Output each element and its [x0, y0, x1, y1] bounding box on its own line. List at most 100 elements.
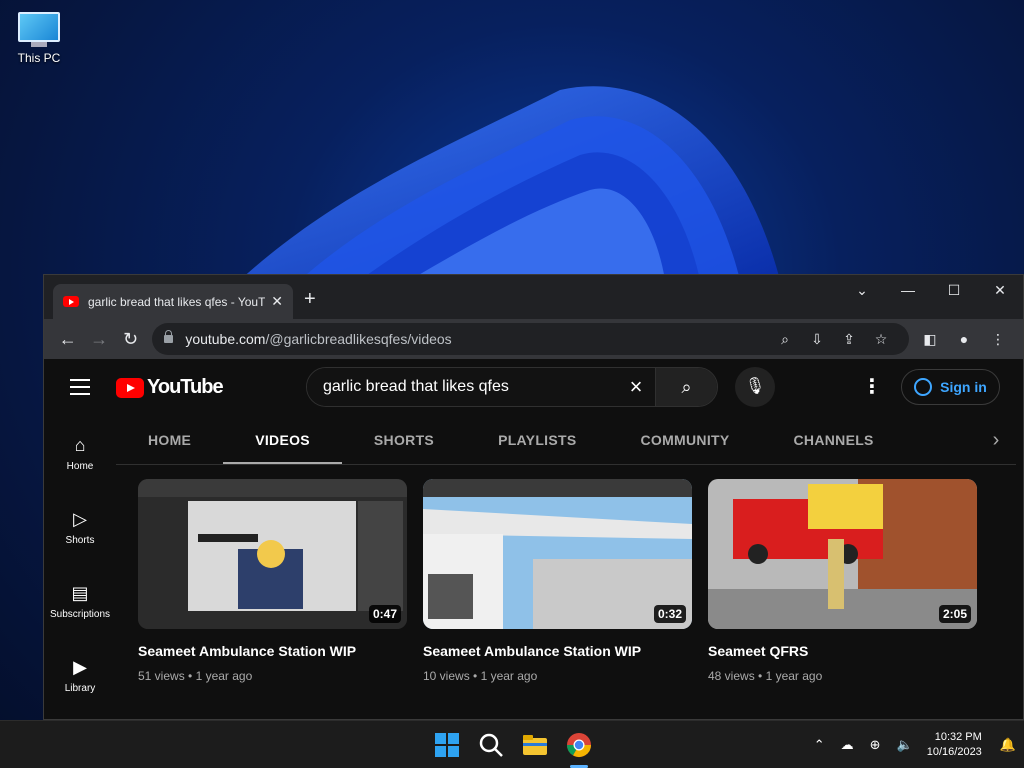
- chrome-taskbar-icon[interactable]: [565, 731, 593, 759]
- video-duration: 2:05: [938, 605, 971, 623]
- reload-button[interactable]: ↻: [115, 329, 146, 350]
- url-domain: youtube.com: [185, 331, 266, 347]
- sign-in-label: Sign in: [940, 379, 987, 395]
- system-tray: ⌃ ☁ ⊕ 🔈 10:32 PM 10/16/2023 🔔: [806, 721, 1024, 768]
- chrome-menu-icon[interactable]: ⋮: [981, 331, 1015, 348]
- video-views: 48 views: [708, 669, 755, 683]
- bookmark-star-icon[interactable]: ☆: [865, 331, 897, 348]
- close-window-button[interactable]: ✕: [977, 275, 1023, 305]
- new-tab-button[interactable]: +: [304, 288, 316, 311]
- video-thumbnail[interactable]: 2:05: [708, 479, 977, 629]
- chrome-window: garlic bread that likes qfes - YouTube ✕…: [43, 274, 1024, 720]
- browser-toolbar: ← → ↻ youtube.com/@garlicbreadlikesqfes/…: [44, 319, 1023, 359]
- sign-in-button[interactable]: Sign in: [901, 369, 1000, 405]
- youtube-favicon-icon: [63, 296, 79, 307]
- video-grid: 0:47 Seameet Ambulance Station WIP 51 vi…: [138, 479, 977, 683]
- guide-item-library[interactable]: ▶ Library: [44, 639, 116, 713]
- wallpaper-bloom: [240, 86, 780, 280]
- video-duration: 0:32: [653, 605, 686, 623]
- language-globe-icon[interactable]: ⊕: [870, 737, 881, 753]
- onedrive-cloud-icon[interactable]: ☁: [841, 737, 854, 753]
- video-title[interactable]: Seameet Ambulance Station WIP: [423, 643, 692, 659]
- tab-title: garlic bread that likes qfes - YouTube: [88, 294, 265, 309]
- video-metadata: 51 views • 1 year ago: [138, 669, 253, 683]
- search-input[interactable]: [307, 368, 617, 406]
- this-pc-desktop-icon[interactable]: This PC: [10, 8, 68, 65]
- thumbnail-image: [423, 479, 692, 629]
- tab-channels[interactable]: CHANNELS: [762, 417, 906, 464]
- forward-button[interactable]: →: [83, 329, 114, 350]
- video-thumbnail[interactable]: 0:32: [423, 479, 692, 629]
- taskbar: ⌃ ☁ ⊕ 🔈 10:32 PM 10/16/2023 🔔: [0, 720, 1024, 768]
- youtube-masthead: YouTube × ⌕ 🎙 ⋮ Sign in: [44, 359, 1023, 417]
- browser-tab[interactable]: garlic bread that likes qfes - YouTube ✕: [53, 284, 293, 319]
- settings-kebab-icon[interactable]: ⋮: [862, 377, 882, 397]
- install-app-icon[interactable]: ⇩: [801, 331, 833, 348]
- video-title[interactable]: Seameet Ambulance Station WIP: [138, 643, 407, 659]
- guide-label: Subscriptions: [49, 609, 111, 620]
- video-metadata: 10 views • 1 year ago: [423, 669, 538, 683]
- guide-label: Library: [64, 683, 96, 694]
- tab-strip: garlic bread that likes qfes - YouTube ✕…: [44, 275, 1023, 319]
- video-age: 1 year ago: [480, 669, 538, 683]
- channel-tabs: HOME VIDEOS SHORTS PLAYLISTS COMMUNITY C…: [116, 417, 1016, 465]
- youtube-logo-text: YouTube: [147, 376, 224, 398]
- guide-item-subscriptions[interactable]: ▤ Subscriptions: [44, 565, 116, 639]
- file-explorer-folder-icon[interactable]: [521, 731, 549, 759]
- account-circle-icon: [914, 378, 933, 396]
- back-button[interactable]: ←: [52, 329, 83, 350]
- tab-videos[interactable]: VIDEOS: [223, 417, 342, 464]
- tab-shorts[interactable]: SHORTS: [342, 417, 466, 464]
- clear-search-icon[interactable]: ×: [617, 368, 655, 406]
- chevron-up-icon[interactable]: ⌃: [814, 737, 825, 753]
- video-thumbnail[interactable]: 0:47: [138, 479, 407, 629]
- url-path: /@garlicbreadlikesqfes/videos: [265, 331, 452, 347]
- video-card[interactable]: 0:47 Seameet Ambulance Station WIP 51 vi…: [138, 479, 407, 683]
- subscriptions-icon: ▤: [71, 583, 89, 603]
- clock-time: 10:32 PM: [934, 731, 982, 743]
- monitor-icon: [18, 12, 60, 42]
- voice-search-mic-icon[interactable]: 🎙: [735, 367, 775, 407]
- tab-search-chevron-icon[interactable]: ⌄: [839, 275, 885, 305]
- volume-muted-icon[interactable]: 🔈: [897, 737, 913, 753]
- address-bar[interactable]: youtube.com/@garlicbreadlikesqfes/videos…: [152, 323, 910, 355]
- thumbnail-image: [138, 479, 407, 629]
- search-button[interactable]: ⌕: [655, 368, 717, 406]
- video-metadata: 48 views • 1 year ago: [708, 669, 823, 683]
- zoom-search-icon[interactable]: ⌕: [769, 331, 801, 348]
- video-card[interactable]: 2:05 Seameet QFRS 48 views • 1 year ago: [708, 479, 977, 683]
- guide-item-shorts[interactable]: ▷ Shorts: [44, 491, 116, 565]
- close-tab-icon[interactable]: ✕: [271, 293, 283, 310]
- video-age: 1 year ago: [195, 669, 253, 683]
- video-card[interactable]: 0:32 Seameet Ambulance Station WIP 10 vi…: [423, 479, 692, 683]
- maximize-button[interactable]: ☐: [931, 275, 977, 305]
- search-icon[interactable]: [477, 731, 505, 759]
- profile-icon[interactable]: ●: [947, 331, 981, 348]
- chevron-right-icon[interactable]: ›: [976, 417, 1016, 463]
- guide-label: Shorts: [65, 535, 95, 546]
- thumbnail-image: [708, 479, 977, 629]
- youtube-logo[interactable]: YouTube: [116, 376, 224, 399]
- video-views: 10 views: [423, 669, 470, 683]
- tab-playlists[interactable]: PLAYLISTS: [466, 417, 608, 464]
- mini-guide: ⌂ Home ▷ Shorts ▤ Subscriptions ▶ Librar…: [44, 417, 116, 713]
- lock-icon[interactable]: [164, 330, 174, 343]
- video-duration: 0:47: [368, 605, 401, 623]
- tab-community[interactable]: COMMUNITY: [608, 417, 761, 464]
- youtube-page: YouTube × ⌕ 🎙 ⋮ Sign in ⌂ Home ▷ Shorts: [44, 359, 1023, 719]
- shorts-icon: ▷: [73, 509, 87, 529]
- share-icon[interactable]: ⇪: [833, 331, 865, 348]
- start-windows-icon[interactable]: [433, 731, 461, 759]
- tab-home[interactable]: HOME: [116, 417, 223, 464]
- minimize-button[interactable]: —: [885, 275, 931, 305]
- video-title[interactable]: Seameet QFRS: [708, 643, 977, 659]
- notification-bell-icon[interactable]: 🔔: [1000, 737, 1016, 753]
- side-panel-icon[interactable]: ◧: [913, 331, 947, 348]
- clock[interactable]: 10:32 PM 10/16/2023: [927, 730, 982, 760]
- library-icon: ▶: [73, 657, 87, 677]
- menu-hamburger-icon[interactable]: [70, 379, 90, 400]
- video-age: 1 year ago: [765, 669, 823, 683]
- guide-item-home[interactable]: ⌂ Home: [44, 417, 116, 491]
- clock-date: 10/16/2023: [926, 746, 982, 758]
- search-box: × ⌕: [306, 367, 718, 407]
